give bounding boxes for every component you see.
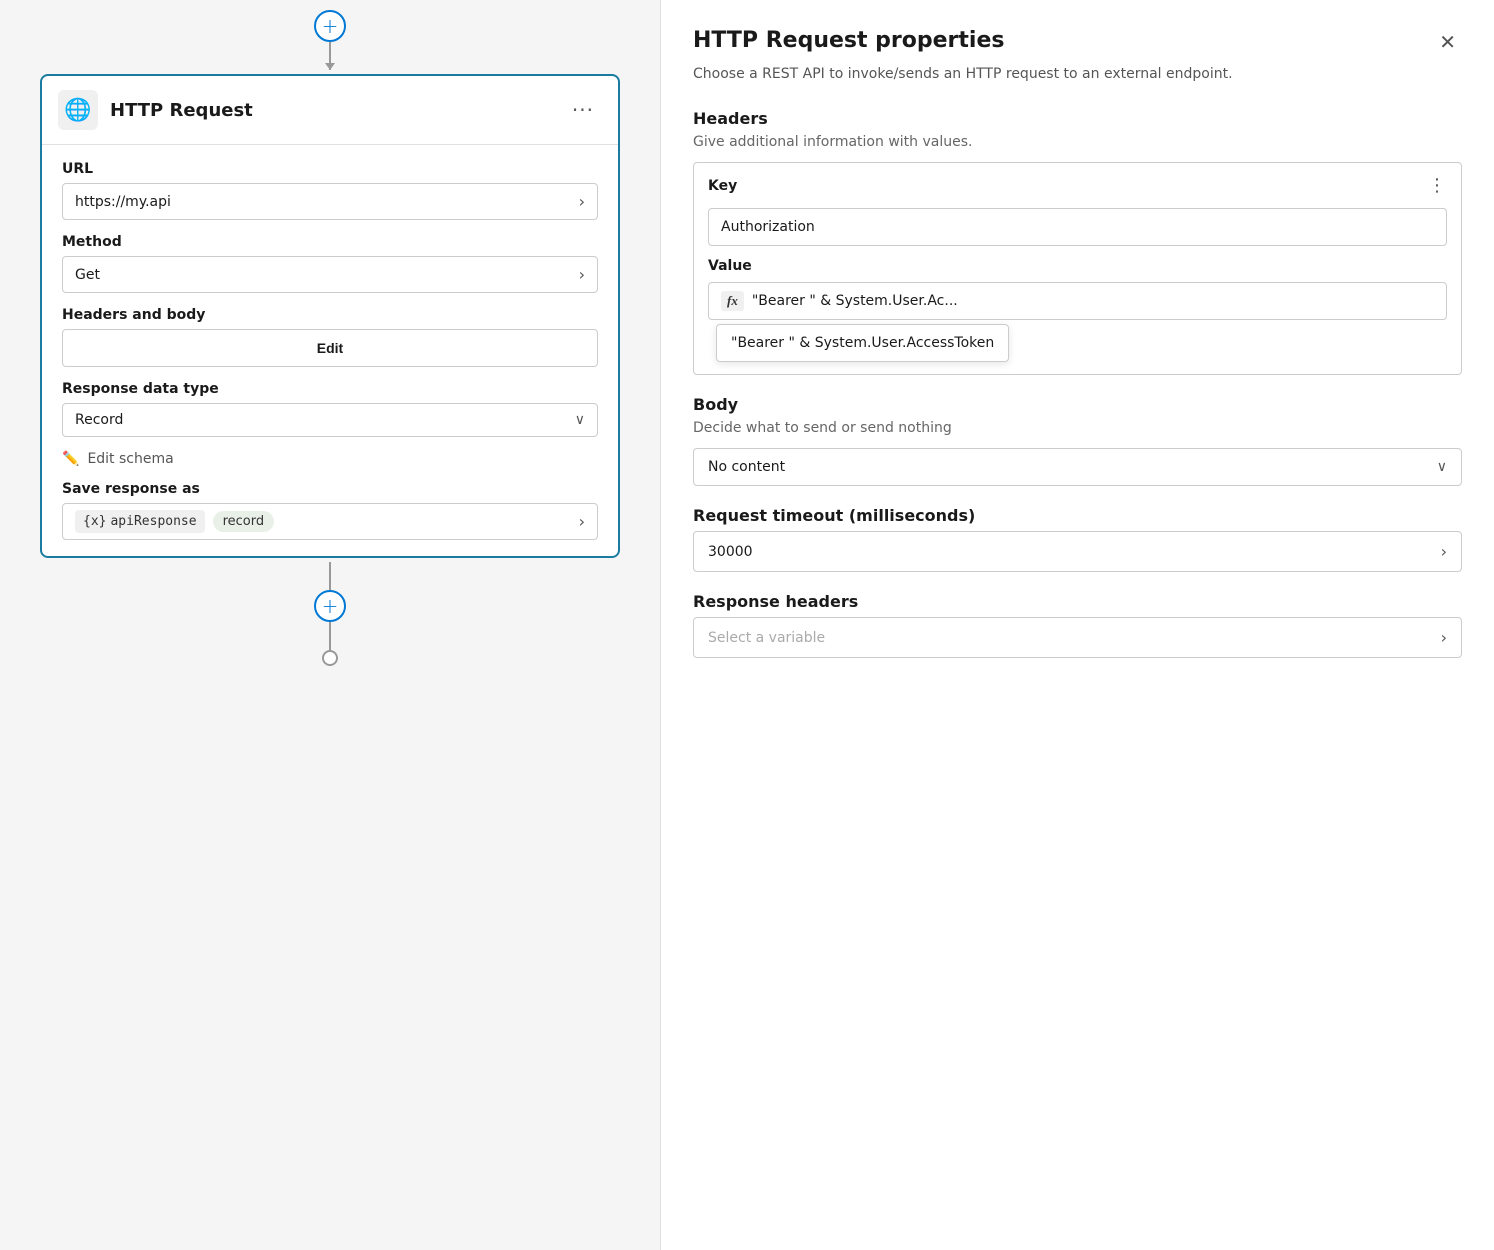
select-variable-row[interactable]: Select a variable ›: [693, 617, 1462, 658]
timeout-row[interactable]: 30000 ›: [693, 531, 1462, 572]
method-chevron-icon: ›: [579, 265, 585, 284]
record-chip: record: [213, 511, 275, 532]
method-label: Method: [62, 234, 598, 250]
card-body: URL https://my.api › Method Get › Header…: [42, 145, 618, 556]
select-var-chevron-icon: ›: [1441, 628, 1447, 647]
headers-section: Headers Give additional information with…: [693, 109, 1462, 375]
left-panel: + 🌐 HTTP Request ··· URL https://my.api …: [0, 0, 660, 1250]
timeout-chevron-icon: ›: [1441, 542, 1447, 561]
key-input[interactable]: [708, 208, 1447, 246]
method-field: Method Get ›: [62, 234, 598, 293]
edit-schema-label: Edit schema: [87, 451, 173, 467]
body-section-title: Body: [693, 395, 1462, 414]
method-value: Get: [75, 267, 571, 283]
card-menu-button[interactable]: ···: [564, 94, 602, 126]
edit-button[interactable]: Edit: [62, 329, 598, 367]
save-response-chevron-icon: ›: [579, 512, 585, 531]
right-panel: HTTP Request properties ✕ Choose a REST …: [660, 0, 1494, 1250]
key-label: Key: [708, 178, 737, 194]
arrow-connector: [329, 42, 331, 70]
timeout-section-title: Request timeout (milliseconds): [693, 506, 1462, 525]
close-button[interactable]: ✕: [1433, 28, 1462, 56]
fx-badge: fx: [721, 291, 744, 311]
headers-body-field: Headers and body Edit: [62, 307, 598, 367]
var-chip: {x} apiResponse: [75, 510, 205, 533]
headers-body-label: Headers and body: [62, 307, 598, 323]
var-name: apiResponse: [110, 514, 196, 529]
timeout-section: Request timeout (milliseconds) 30000 ›: [693, 506, 1462, 572]
body-section-desc: Decide what to send or send nothing: [693, 420, 1462, 436]
response-headers-section: Response headers Select a variable ›: [693, 592, 1462, 658]
http-request-icon: 🌐: [58, 90, 98, 130]
url-value: https://my.api: [75, 194, 571, 210]
edit-schema-pencil-icon: ✏️: [62, 451, 79, 467]
card-header: 🌐 HTTP Request ···: [42, 76, 618, 145]
panel-title: HTTP Request properties: [693, 28, 1004, 53]
response-data-type-chevron-icon: ∨: [575, 412, 585, 428]
url-chevron-icon: ›: [579, 192, 585, 211]
value-label: Value: [708, 258, 1447, 274]
response-data-type-value: Record: [75, 412, 567, 428]
save-response-label: Save response as: [62, 481, 598, 497]
response-data-type-label: Response data type: [62, 381, 598, 397]
timeout-value: 30000: [708, 544, 1441, 560]
method-input-row[interactable]: Get ›: [62, 256, 598, 293]
headers-section-title: Headers: [693, 109, 1462, 128]
edit-schema-row[interactable]: ✏️ Edit schema: [62, 451, 598, 467]
headers-box: Key ⋮ Value fx "Bearer " & System.User.A…: [693, 162, 1462, 375]
tooltip-box: "Bearer " & System.User.AccessToken: [708, 324, 1447, 362]
line-connector-bottom2: [329, 622, 331, 650]
url-label: URL: [62, 161, 598, 177]
tooltip-popup: "Bearer " & System.User.AccessToken: [716, 324, 1009, 362]
body-value: No content: [708, 459, 1429, 475]
save-response-field: Save response as {x} apiResponse record …: [62, 481, 598, 540]
connector-bottom: +: [314, 562, 346, 666]
response-data-type-row[interactable]: Record ∨: [62, 403, 598, 437]
headers-box-header: Key ⋮: [708, 175, 1447, 196]
add-step-bottom-button[interactable]: +: [314, 590, 346, 622]
http-request-card: 🌐 HTTP Request ··· URL https://my.api › …: [40, 74, 620, 558]
line-connector-bottom: [329, 562, 331, 590]
headers-section-desc: Give additional information with values.: [693, 134, 1462, 150]
card-title: HTTP Request: [110, 100, 552, 121]
body-dropdown[interactable]: No content ∨: [693, 448, 1462, 486]
key-menu-button[interactable]: ⋮: [1428, 175, 1447, 196]
url-field: URL https://my.api ›: [62, 161, 598, 220]
save-response-row[interactable]: {x} apiResponse record ›: [62, 503, 598, 540]
connector-top: +: [314, 0, 346, 70]
body-section: Body Decide what to send or send nothing…: [693, 395, 1462, 486]
response-data-type-field: Response data type Record ∨: [62, 381, 598, 437]
url-input-row[interactable]: https://my.api ›: [62, 183, 598, 220]
add-step-top-button[interactable]: +: [314, 10, 346, 42]
value-text: "Bearer " & System.User.Ac...: [752, 293, 1434, 309]
end-circle: [322, 650, 338, 666]
select-var-placeholder: Select a variable: [708, 630, 1441, 646]
var-icon: {x}: [83, 514, 106, 529]
value-input-row[interactable]: fx "Bearer " & System.User.Ac...: [708, 282, 1447, 320]
panel-description: Choose a REST API to invoke/sends an HTT…: [693, 64, 1462, 85]
panel-header: HTTP Request properties ✕: [693, 28, 1462, 56]
body-chevron-icon: ∨: [1437, 459, 1447, 475]
response-headers-title: Response headers: [693, 592, 1462, 611]
